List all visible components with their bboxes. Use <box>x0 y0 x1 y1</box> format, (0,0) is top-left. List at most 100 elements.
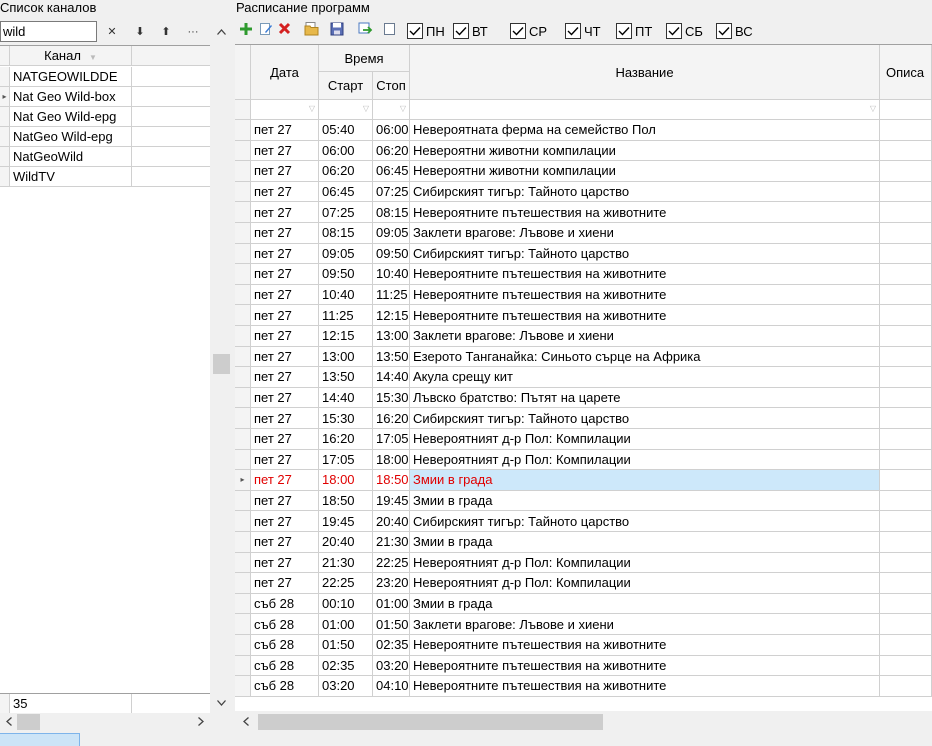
title-cell[interactable]: Невероятната ферма на семейство Пол <box>410 120 880 141</box>
start-cell[interactable]: 16:20 <box>319 429 373 450</box>
export-button[interactable] <box>356 21 374 39</box>
title-cell[interactable]: Змии в града <box>410 490 880 512</box>
channel-name[interactable]: NatGeoWild <box>10 147 132 167</box>
stop-cell[interactable]: 06:45 <box>373 161 410 182</box>
description-cell[interactable] <box>880 140 932 162</box>
date-cell[interactable]: пет 27 <box>251 449 319 471</box>
start-cell[interactable]: 03:20 <box>319 676 373 697</box>
description-cell[interactable] <box>880 387 932 409</box>
scroll-left-icon[interactable] <box>237 713 254 730</box>
stop-cell[interactable]: 13:00 <box>373 326 410 347</box>
stop-cell[interactable]: 01:00 <box>373 593 410 615</box>
stop-cell[interactable]: 23:20 <box>373 573 410 594</box>
stop-cell[interactable]: 06:00 <box>373 120 410 141</box>
schedule-row[interactable]: пет 27 18:50 19:45 Змии в града <box>235 490 932 512</box>
title-cell[interactable]: Невероятните пътешествия на животните <box>410 264 880 285</box>
title-cell[interactable]: Лъвско братство: Пътят на царете <box>410 387 880 409</box>
date-cell[interactable]: пет 27 <box>251 202 319 223</box>
channel-name[interactable]: Nat Geo Wild-epg <box>10 107 132 127</box>
schedule-row[interactable]: пет 27 08:15 09:05 Заклети врагове: Лъвове … <box>235 223 932 244</box>
description-cell[interactable] <box>880 635 932 656</box>
channel-name[interactable]: NatGeo Wild-epg <box>10 127 132 147</box>
stop-cell[interactable]: 01:50 <box>373 614 410 635</box>
save-button[interactable] <box>328 21 346 39</box>
start-cell[interactable]: 09:05 <box>319 243 373 265</box>
checkbox[interactable] <box>565 23 581 39</box>
start-cell[interactable]: 01:00 <box>319 614 373 635</box>
date-cell[interactable]: пет 27 <box>251 387 319 409</box>
description-cell[interactable] <box>880 429 932 450</box>
channels-horizontal-scroll-thumb[interactable] <box>17 714 40 730</box>
channels-vertical-scrollbar[interactable] <box>211 21 232 713</box>
title-cell[interactable]: Невероятните пътешествия на животните <box>410 655 880 677</box>
start-cell[interactable]: 11:25 <box>319 305 373 326</box>
schedule-row[interactable]: пет 27 17:05 18:00 Невероятният д-р Пол: Ко… <box>235 449 932 471</box>
channel-filter-input[interactable] <box>0 21 97 42</box>
description-cell[interactable] <box>880 284 932 306</box>
date-cell[interactable]: съб 28 <box>251 655 319 677</box>
date-cell[interactable]: пет 27 <box>251 552 319 574</box>
channel-name[interactable]: NATGEOWILDDE <box>10 67 132 87</box>
schedule-row[interactable]: пет 27 22:25 23:20 Невероятният д-р Пол: Ко… <box>235 573 932 594</box>
channel-column-header[interactable]: Канал ▼ <box>10 46 132 66</box>
scroll-left-icon[interactable] <box>0 713 17 730</box>
stop-cell[interactable]: 09:05 <box>373 223 410 244</box>
start-cell[interactable]: 02:35 <box>319 655 373 677</box>
day-checkbox-пт[interactable]: ПТ <box>616 21 652 41</box>
start-cell[interactable]: 13:50 <box>319 367 373 388</box>
title-cell[interactable]: Сибирският тигър: Тайното царство <box>410 181 880 203</box>
stop-cell[interactable]: 18:50 <box>373 470 410 491</box>
description-cell[interactable] <box>880 490 932 512</box>
channels-horizontal-scrollbar[interactable] <box>0 713 211 731</box>
schedule-row-selected[interactable]: ▸ пет 27 18:00 18:50 Змии в града <box>235 470 932 491</box>
schedule-row[interactable]: пет 27 06:20 06:45 Невероятни животни компи… <box>235 161 932 182</box>
title-cell[interactable]: Акула срещу кит <box>410 367 880 388</box>
date-cell[interactable]: пет 27 <box>251 408 319 429</box>
schedule-row[interactable]: пет 27 07:25 08:15 Невероятните пътешествия… <box>235 202 932 223</box>
date-cell[interactable]: пет 27 <box>251 326 319 347</box>
date-cell[interactable]: пет 27 <box>251 181 319 203</box>
stop-cell[interactable]: 19:45 <box>373 490 410 512</box>
date-filter-cell[interactable]: ▽ <box>251 100 319 120</box>
description-cell[interactable] <box>880 161 932 182</box>
edit-program-button[interactable] <box>257 21 275 39</box>
stop-cell[interactable]: 16:20 <box>373 408 410 429</box>
scroll-right-icon[interactable] <box>192 713 209 730</box>
title-cell[interactable]: Заклети врагове: Лъвове и хиени <box>410 326 880 347</box>
title-column-header[interactable]: Название <box>410 45 880 100</box>
start-cell[interactable]: 06:45 <box>319 181 373 203</box>
title-cell[interactable]: Змии в града <box>410 532 880 553</box>
date-cell[interactable]: пет 27 <box>251 161 319 182</box>
checkbox[interactable] <box>716 23 732 39</box>
date-cell[interactable]: пет 27 <box>251 470 319 491</box>
start-cell[interactable]: 15:30 <box>319 408 373 429</box>
stop-cell[interactable]: 06:20 <box>373 140 410 162</box>
stop-cell[interactable]: 17:05 <box>373 429 410 450</box>
schedule-row[interactable]: пет 27 05:40 06:00 Невероятната ферма на се… <box>235 120 932 141</box>
description-cell[interactable] <box>880 243 932 265</box>
schedule-row[interactable]: пет 27 06:45 07:25 Сибирският тигър: Тайнот… <box>235 181 932 203</box>
title-cell[interactable]: Невероятните пътешествия на животните <box>410 635 880 656</box>
title-cell[interactable]: Невероятните пътешествия на животните <box>410 305 880 326</box>
add-program-button[interactable] <box>237 21 255 39</box>
stop-cell[interactable]: 07:25 <box>373 181 410 203</box>
channel-name[interactable]: WildTV <box>10 167 132 187</box>
stop-cell[interactable]: 10:40 <box>373 264 410 285</box>
date-cell[interactable]: пет 27 <box>251 511 319 532</box>
start-cell[interactable]: 01:50 <box>319 635 373 656</box>
title-filter-cell[interactable]: ▽ <box>410 100 880 120</box>
stop-cell[interactable]: 22:25 <box>373 552 410 574</box>
title-cell[interactable]: Змии в града <box>410 470 880 491</box>
description-cell[interactable] <box>880 532 932 553</box>
schedule-row[interactable]: пет 27 09:50 10:40 Невероятните пътешествия… <box>235 264 932 285</box>
title-cell[interactable]: Невероятните пътешествия на животните <box>410 202 880 223</box>
description-cell[interactable] <box>880 181 932 203</box>
schedule-row[interactable]: пет 27 10:40 11:25 Невероятните пътешествия… <box>235 284 932 306</box>
day-checkbox-вс[interactable]: ВС <box>716 21 753 41</box>
description-cell[interactable] <box>880 326 932 347</box>
date-cell[interactable]: пет 27 <box>251 346 319 368</box>
description-cell[interactable] <box>880 223 932 244</box>
blank-page-button[interactable] <box>380 21 398 39</box>
filter-dropdown-icon[interactable]: ▽ <box>363 104 369 113</box>
title-cell[interactable]: Сибирският тигър: Тайното царство <box>410 408 880 429</box>
